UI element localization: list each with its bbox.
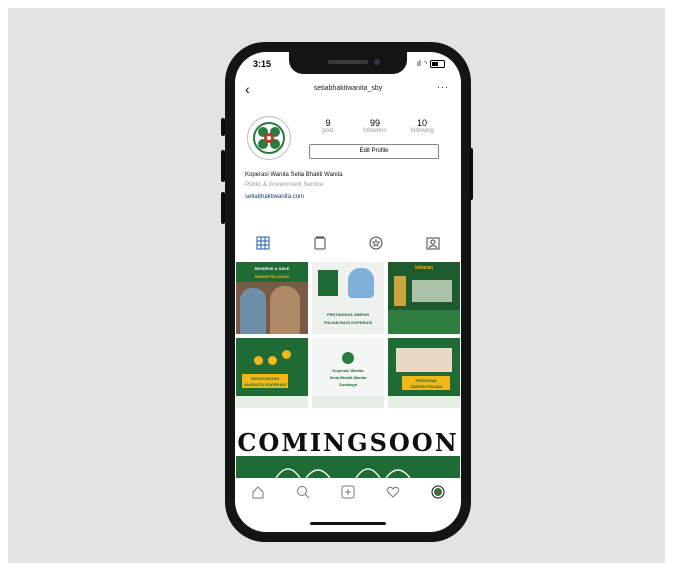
following-stat[interactable]: 10 following (399, 118, 445, 134)
add-icon[interactable] (341, 485, 355, 504)
coming-soon-text: COMINGSOON (237, 428, 459, 457)
ornament-icon (275, 468, 411, 478)
post-title: Koperasi Wanita (332, 368, 364, 373)
status-time: 3:15 (253, 59, 272, 69)
speaker (328, 60, 368, 64)
search-icon[interactable] (296, 485, 310, 504)
posts-label: post (322, 128, 334, 134)
edit-profile-button[interactable]: Edit Profile (309, 144, 439, 159)
igtv-icon[interactable] (313, 236, 327, 250)
bottom-nav (235, 480, 461, 508)
phone-screen: 3:15 ıl ◝ ‹ setiabhaktiwanita_sby ··· 9 … (235, 52, 461, 532)
power-button (469, 148, 473, 200)
volume-up-button (221, 150, 225, 182)
post-title: PROGRAM (415, 378, 437, 383)
status-icons: ıl ◝ (417, 59, 445, 68)
battery-icon (430, 59, 445, 68)
logo-icon (253, 122, 285, 154)
profile-username: setiabhaktiwanita_sby (313, 85, 383, 92)
profile-tabs (235, 230, 461, 256)
profile-icon[interactable] (431, 485, 445, 504)
post-title: RESERVE & SAVE (254, 266, 290, 271)
home-icon[interactable] (251, 485, 265, 504)
home-indicator (310, 522, 386, 525)
guide-icon[interactable] (369, 236, 383, 250)
post-subtitle: PINJAM BAGI KOPERASI (323, 320, 373, 325)
post-thumbnail[interactable]: PENTINGNYA SIMPAN PINJAM BAGI KOPERASI (312, 262, 384, 334)
followers-count: 99 (369, 118, 380, 128)
post-subtitle: SIMPAN PINJAM (410, 384, 442, 389)
heart-icon[interactable] (386, 485, 400, 504)
post-thumbnail[interactable]: Koperasi Wanita Setia Bhakti Wanita Sura… (312, 338, 384, 410)
grid-icon[interactable] (256, 236, 270, 250)
posts-count: 9 (325, 118, 331, 128)
post-title: PENTINGNYA SIMPAN (326, 312, 370, 317)
volume-down-button (221, 192, 225, 224)
mute-switch (221, 118, 225, 136)
profile-stats: 9 post 99 followers 10 following (305, 118, 445, 134)
tagged-icon[interactable] (426, 236, 440, 250)
following-label: following (410, 128, 434, 134)
post-thumbnail[interactable]: PROGRAM SIMPAN PINJAM (388, 338, 460, 410)
post-subtitle: BISNIS PELUANG (254, 274, 289, 279)
notch (289, 52, 407, 74)
post-thumbnail[interactable]: lebaran (388, 262, 460, 334)
bio-category: Public & Government Service (245, 182, 324, 188)
followers-label: followers (363, 128, 387, 134)
post-thumbnail[interactable]: KEUNTUNGAN ANGGOTA KOPERASI (236, 338, 308, 410)
coming-soon-band (236, 456, 460, 478)
more-icon[interactable]: ··· (437, 82, 449, 92)
post-title: KEUNTUNGAN (250, 376, 280, 381)
followers-stat[interactable]: 99 followers (352, 118, 398, 134)
bio-link[interactable]: setiabhaktiwanita.com (245, 194, 304, 200)
wifi-icon: ◝ (423, 59, 427, 68)
coming-soon-banner[interactable]: COMINGSOON (236, 408, 460, 478)
post-thumbnail[interactable]: RESERVE & SAVE BISNIS PELUANG (236, 262, 308, 334)
posts-stat[interactable]: 9 post (305, 118, 351, 134)
front-camera (374, 59, 380, 65)
bio-name: Koperasi Wanita Setia Bhakti Wanita (245, 172, 343, 178)
post-subtitle: Setia Bhakti Wanita (329, 375, 367, 380)
post-title: lebaran (415, 265, 433, 271)
profile-header: ‹ setiabhaktiwanita_sby ··· (235, 78, 461, 102)
post-caption: Surabaya (338, 382, 357, 387)
signal-icon: ıl (416, 59, 421, 68)
following-count: 10 (416, 118, 427, 128)
post-subtitle: ANGGOTA KOPERASI (243, 382, 286, 387)
avatar[interactable] (247, 116, 291, 160)
